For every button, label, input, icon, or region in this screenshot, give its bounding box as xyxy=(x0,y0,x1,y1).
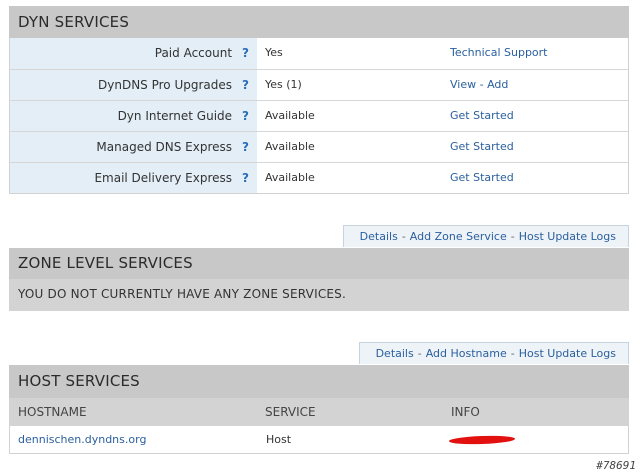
help-icon[interactable]: ? xyxy=(242,171,249,185)
service-name: Paid Account xyxy=(154,46,233,60)
service-name: Email Delivery Express xyxy=(94,171,233,185)
separator: - xyxy=(510,347,515,360)
service-type: Host xyxy=(266,433,292,446)
service-row-paid-account: Paid Account? Yes Technical Support xyxy=(10,38,628,69)
technical-support-link[interactable]: Technical Support xyxy=(443,38,548,69)
service-row-email-delivery: Email Delivery Express? Available Get St… xyxy=(10,162,628,193)
separator: - xyxy=(510,230,515,243)
service-row-pro-upgrades: DynDNS Pro Upgrades? Yes (1) View - Add xyxy=(10,69,628,100)
add-zone-service-link[interactable]: Add Zone Service xyxy=(410,230,507,243)
service-name-cell: Managed DNS Express? xyxy=(10,132,257,162)
get-started-link[interactable]: Get Started xyxy=(443,132,514,162)
zone-services-title: ZONE LEVEL SERVICES xyxy=(9,248,629,279)
add-hostname-link[interactable]: Add Hostname xyxy=(426,347,507,360)
hostname-column-header: HOSTNAME xyxy=(18,405,87,419)
service-name: DynDNS Pro Upgrades xyxy=(98,78,233,92)
service-value: Available xyxy=(265,171,315,184)
zone-host-update-logs-link[interactable]: Host Update Logs xyxy=(519,230,616,243)
service-column-header: SERVICE xyxy=(265,405,316,419)
service-value: Yes (1) xyxy=(265,78,302,91)
get-started-link[interactable]: Get Started xyxy=(443,163,514,193)
host-details-link[interactable]: Details xyxy=(376,347,414,360)
host-tab-bar: Details - Add Hostname - Host Update Logs xyxy=(358,342,629,364)
table-row: dennischen.dyndns.org Host xyxy=(9,426,629,454)
service-name-cell: Paid Account? xyxy=(10,38,257,69)
host-services-panel: HOST SERVICES HOSTNAME SERVICE INFO denn… xyxy=(9,365,629,454)
dyn-services-title: DYN SERVICES xyxy=(9,6,629,38)
zone-services-panel: ZONE LEVEL SERVICES YOU DO NOT CURRENTLY… xyxy=(9,248,629,311)
separator: - xyxy=(417,347,422,360)
service-row-internet-guide: Dyn Internet Guide? Available Get Starte… xyxy=(10,100,628,131)
help-icon[interactable]: ? xyxy=(242,109,249,123)
host-table-header: HOSTNAME SERVICE INFO xyxy=(9,398,629,426)
zone-details-link[interactable]: Details xyxy=(360,230,398,243)
help-icon[interactable]: ? xyxy=(242,46,249,60)
service-value: Available xyxy=(265,140,315,153)
hostname-link[interactable]: dennischen.dyndns.org xyxy=(10,426,266,453)
dyn-services-table: Paid Account? Yes Technical Support DynD… xyxy=(9,38,629,194)
service-value: Available xyxy=(265,109,315,122)
service-name-cell: DynDNS Pro Upgrades? xyxy=(10,70,257,100)
service-row-managed-dns: Managed DNS Express? Available Get Start… xyxy=(10,131,628,162)
service-value: Yes xyxy=(265,46,283,59)
dyn-services-panel: DYN SERVICES Paid Account? Yes Technical… xyxy=(9,6,629,194)
zone-empty-message: YOU DO NOT CURRENTLY HAVE ANY ZONE SERVI… xyxy=(9,279,629,311)
info-column-header: INFO xyxy=(451,405,480,419)
service-name: Dyn Internet Guide xyxy=(117,109,233,123)
view-add-link[interactable]: View - Add xyxy=(443,70,508,100)
help-icon[interactable]: ? xyxy=(242,140,249,154)
service-name-cell: Dyn Internet Guide? xyxy=(10,101,257,131)
host-services-title: HOST SERVICES xyxy=(9,365,629,398)
help-icon[interactable]: ? xyxy=(242,78,249,92)
separator: - xyxy=(401,230,406,243)
get-started-link[interactable]: Get Started xyxy=(443,101,514,131)
zone-tab-bar: Details - Add Zone Service - Host Update Log… xyxy=(342,225,629,247)
host-update-logs-link[interactable]: Host Update Logs xyxy=(519,347,616,360)
service-name-cell: Email Delivery Express? xyxy=(10,163,257,193)
service-name: Managed DNS Express xyxy=(96,140,233,154)
watermark: #78691 xyxy=(596,459,636,472)
